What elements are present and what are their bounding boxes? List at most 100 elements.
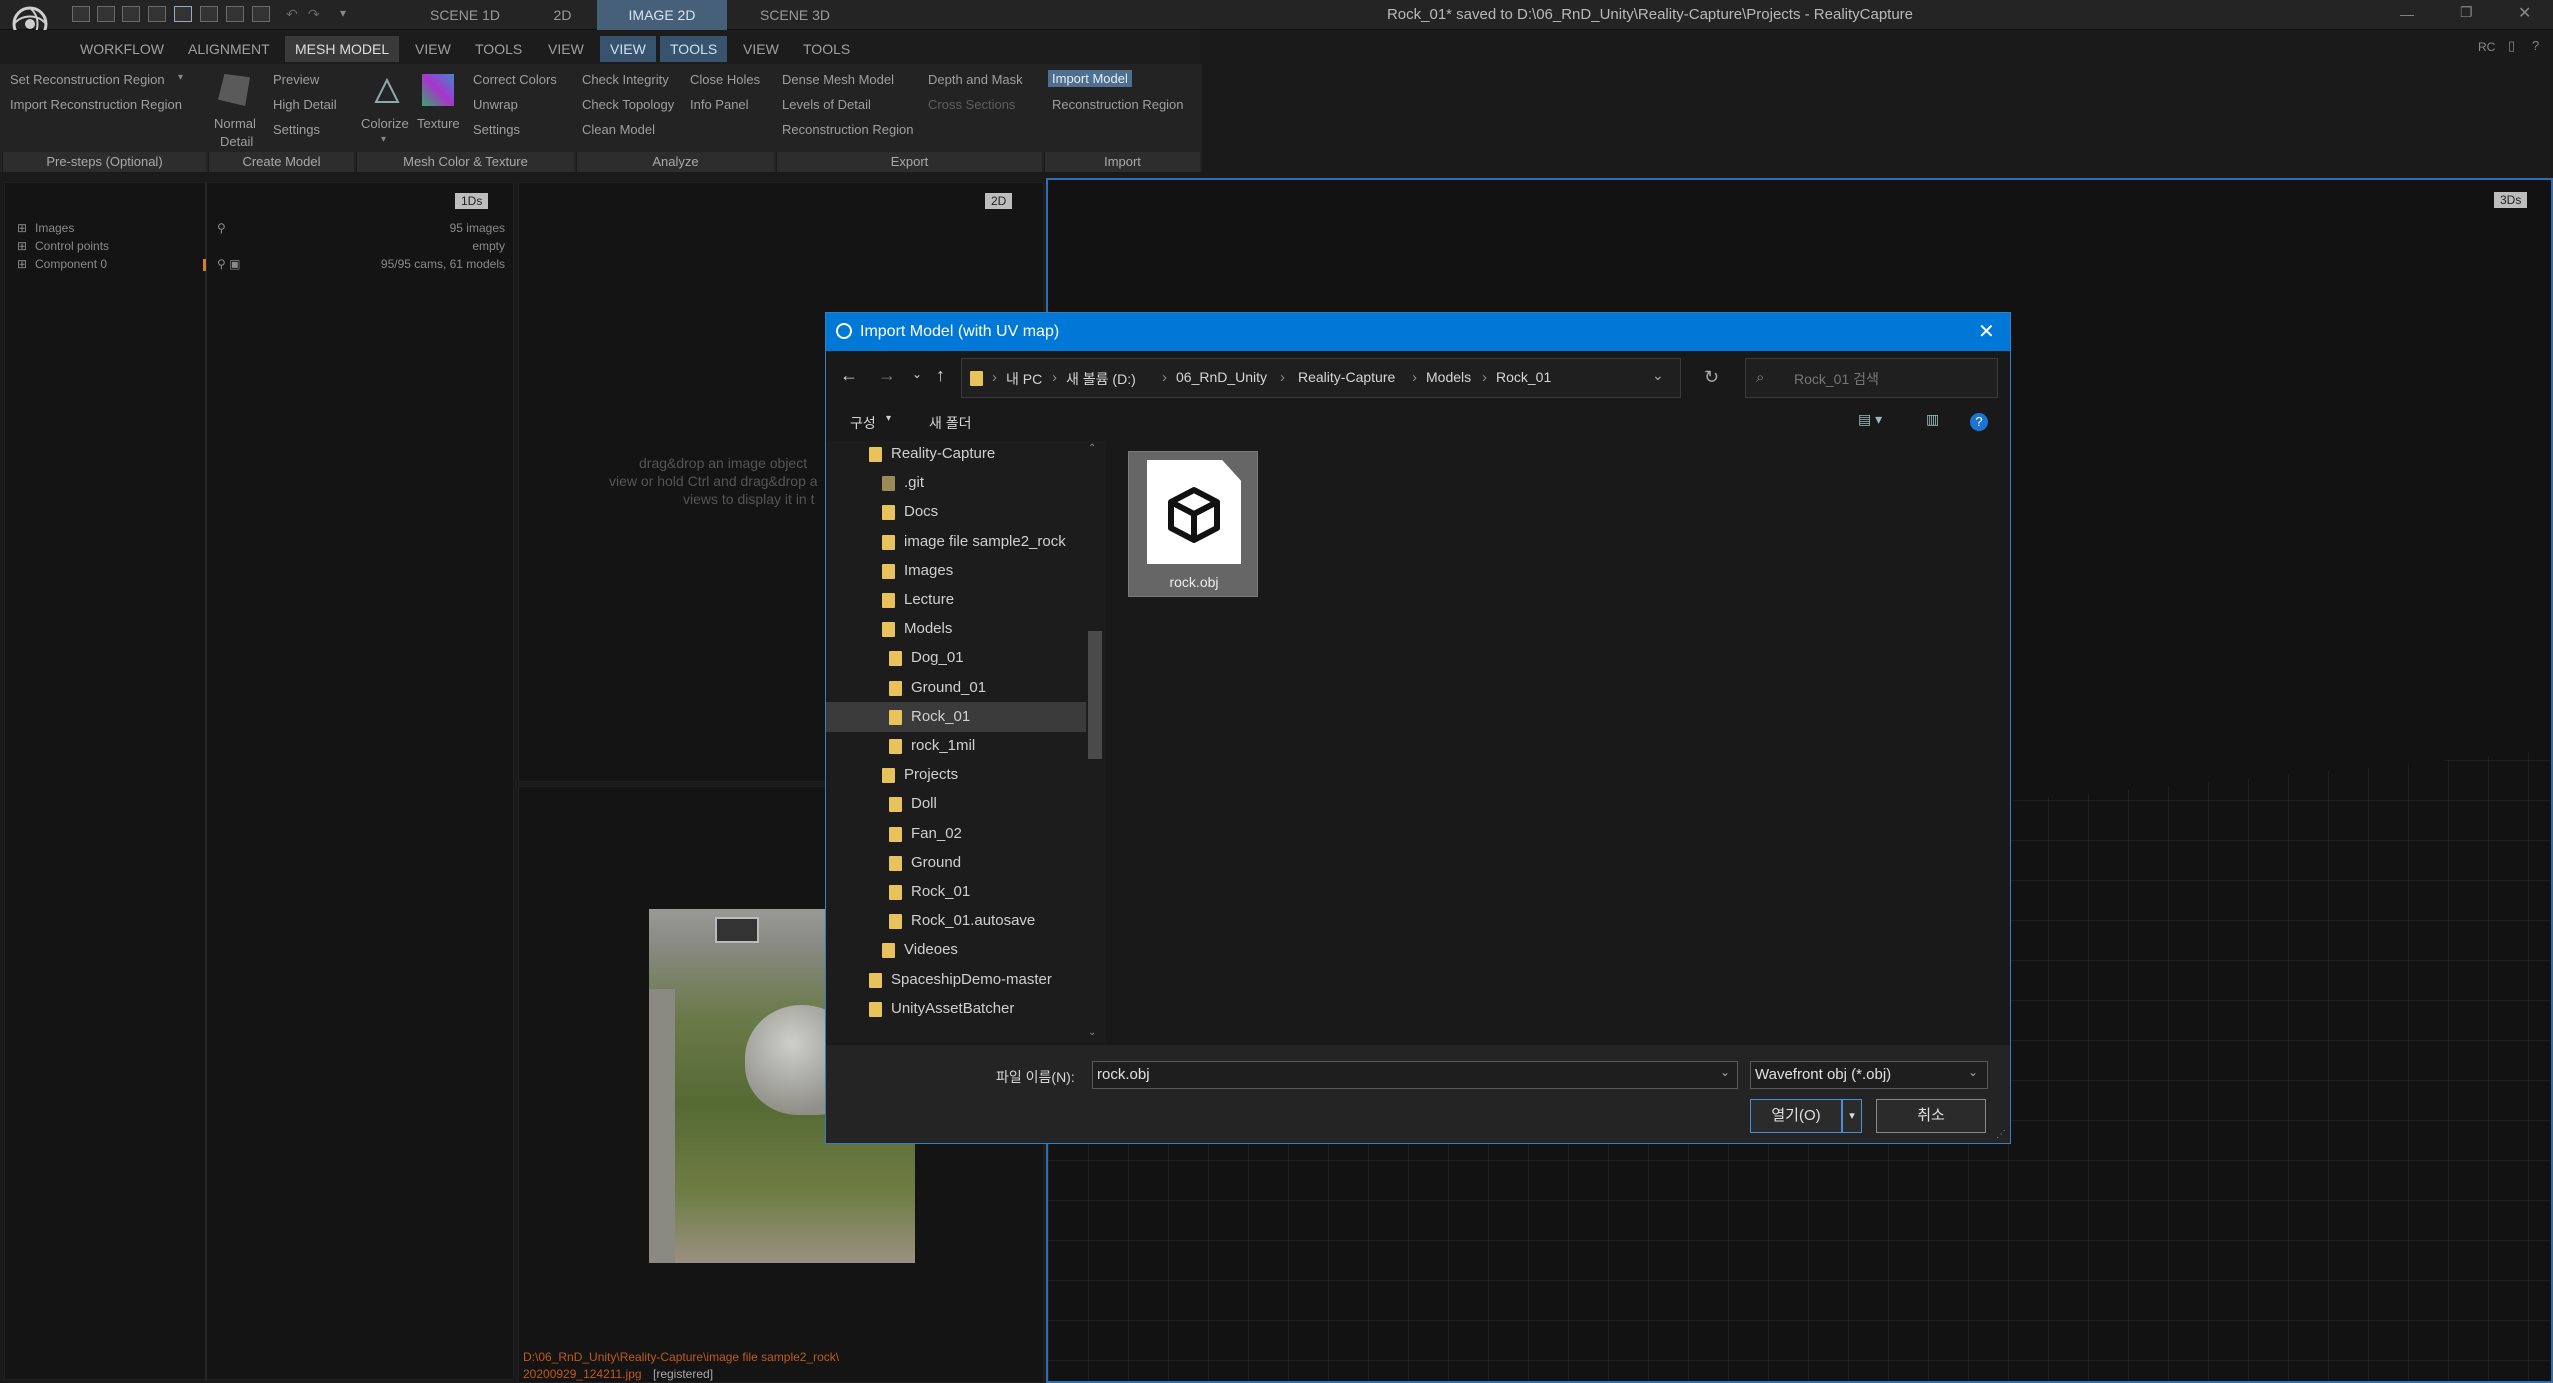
info-panel-button[interactable]: Info Panel	[690, 97, 749, 112]
address-dropdown-icon[interactable]: ⌄	[1652, 367, 1664, 384]
tab-scene-3d[interactable]: SCENE 3D	[730, 0, 860, 30]
nav-tree-item[interactable]: Ground	[826, 848, 1086, 878]
tab-scene-1d[interactable]: SCENE 1D	[400, 0, 530, 30]
minimize-icon[interactable]: —	[2400, 6, 2414, 22]
import-model-button[interactable]: Import Model	[1048, 70, 1132, 87]
texture-button[interactable]: Texture	[417, 116, 460, 131]
nav-tree-item[interactable]: Fan_02	[826, 819, 1086, 849]
preview-pane-icon[interactable]: ▥	[1926, 411, 1939, 428]
nav-scrollbar-thumb[interactable]	[1088, 631, 1102, 759]
file-pane[interactable]: rock.obj	[1106, 441, 2010, 1043]
navigation-pane[interactable]: Reality-Capture .git Docs image file sample…	[826, 441, 1106, 1043]
filetype-select[interactable]: Wavefront obj (*.obj)	[1750, 1061, 1988, 1089]
layout-icon-1[interactable]	[72, 6, 90, 22]
file-item[interactable]: rock.obj	[1128, 451, 1258, 597]
restore-icon[interactable]: ❐	[2460, 4, 2473, 21]
quick-access-dropdown-icon[interactable]: ▾	[340, 6, 358, 22]
nav-tree-item[interactable]: Ground_01	[826, 673, 1086, 703]
breadcrumb-item[interactable]: 06_RnD_Unity	[1176, 369, 1267, 385]
tab-workflow[interactable]: WORKFLOW	[70, 36, 174, 62]
redo-icon[interactable]: ↷	[308, 6, 326, 22]
texture-settings-button[interactable]: Settings	[473, 122, 520, 137]
dialog-close-icon[interactable]: ✕	[1978, 319, 1995, 344]
dropdown-icon[interactable]: ▾	[178, 72, 183, 83]
document-icon[interactable]: ▯	[2508, 38, 2515, 54]
organize-button[interactable]: 구성	[850, 413, 876, 433]
export-cross-sections-button[interactable]: Cross Sections	[928, 97, 1015, 112]
cancel-button[interactable]: 취소	[1876, 1099, 1986, 1133]
panel-divider[interactable]	[205, 183, 207, 1381]
check-integrity-button[interactable]: Check Integrity	[582, 72, 669, 87]
layout-icon-8[interactable]	[252, 6, 270, 22]
filename-dropdown-icon[interactable]: ⌄	[1720, 1065, 1730, 1079]
nav-tree-item[interactable]: SpaceshipDemo-master	[826, 965, 1086, 995]
colorize-icon[interactable]	[372, 76, 402, 106]
breadcrumb-item[interactable]: Models	[1426, 369, 1471, 385]
tab-image-2d[interactable]: IMAGE 2D	[597, 0, 727, 30]
dialog-title-bar[interactable]: Import Model (with UV map) ✕	[826, 313, 2010, 351]
forward-icon[interactable]: →	[878, 365, 896, 386]
help-icon[interactable]: ?	[2532, 38, 2539, 53]
nav-tree-item[interactable]: rock_1mil	[826, 731, 1086, 761]
panel-1ds[interactable]: 1Ds ⊞ Images ⚲ 95 images ⊞ Control point…	[4, 182, 514, 1381]
nav-tree-item[interactable]: Models	[826, 614, 1086, 644]
expand-icon[interactable]: ⊞	[17, 257, 27, 271]
tab-view-4[interactable]: VIEW	[733, 36, 789, 62]
layout-icon-5[interactable]	[174, 6, 192, 22]
import-model-dialog[interactable]: Import Model (with UV map) ✕ ← → ⌄ ↑ › 내…	[825, 312, 2011, 1144]
layout-icon-4[interactable]	[148, 6, 166, 22]
filetype-dropdown-icon[interactable]: ⌄	[1968, 1065, 1978, 1079]
dialog-help-icon[interactable]: ?	[1970, 413, 1988, 431]
layout-icon-3[interactable]	[122, 6, 140, 22]
tab-tools-1[interactable]: TOOLS	[465, 36, 532, 62]
search-box[interactable]: ⌕ Rock_01 검색	[1745, 358, 1998, 398]
texture-icon[interactable]	[422, 74, 454, 106]
open-split-dropdown-icon[interactable]: ▾	[1842, 1099, 1862, 1133]
tab-view-1[interactable]: VIEW	[405, 36, 461, 62]
expand-icon[interactable]: ⊞	[17, 221, 27, 235]
refresh-icon[interactable]: ↻	[1704, 367, 1719, 388]
clean-model-button[interactable]: Clean Model	[582, 122, 655, 137]
tree-item-component[interactable]: Component 0	[35, 257, 107, 271]
layout-icon-6[interactable]	[200, 6, 218, 22]
tab-mesh-model[interactable]: MESH MODEL	[285, 36, 400, 62]
preview-button[interactable]: Preview	[273, 72, 319, 87]
tree-item-images[interactable]: Images	[35, 221, 74, 235]
export-region-button[interactable]: Reconstruction Region	[782, 122, 914, 137]
create-settings-button[interactable]: Settings	[273, 122, 320, 137]
nav-tree-item[interactable]: image file sample2_rock	[826, 527, 1086, 557]
colorize-button[interactable]: Colorize	[361, 116, 409, 131]
correct-colors-button[interactable]: Correct Colors	[473, 72, 557, 87]
tab-view-2[interactable]: VIEW	[538, 36, 594, 62]
export-dense-mesh-button[interactable]: Dense Mesh Model	[782, 72, 894, 87]
nav-tree-item[interactable]: Projects	[826, 760, 1086, 790]
high-detail-button[interactable]: High Detail	[273, 97, 337, 112]
resize-grip-icon[interactable]: ⋰	[1996, 1129, 2006, 1140]
tab-2d[interactable]: 2D	[530, 0, 595, 30]
up-icon[interactable]: ↑	[936, 365, 945, 386]
nav-tree-item[interactable]: Docs	[826, 497, 1086, 527]
unwrap-button[interactable]: Unwrap	[473, 97, 518, 112]
tab-view-3[interactable]: VIEW	[600, 36, 656, 62]
view-mode-icon[interactable]: ▤ ▾	[1858, 411, 1882, 428]
nav-tree-item[interactable]: Rock_01.autosave	[826, 906, 1086, 936]
nav-tree-item[interactable]: Reality-Capture	[826, 441, 1086, 469]
nav-tree-item[interactable]: Lecture	[826, 585, 1086, 615]
check-topology-button[interactable]: Check Topology	[582, 97, 674, 112]
address-bar[interactable]: › 내 PC › 새 볼륨 (D:) › 06_RnD_Unity › Real…	[961, 358, 1681, 398]
layout-icon-7[interactable]	[226, 6, 244, 22]
nav-tree-item[interactable]: Dog_01	[826, 643, 1086, 673]
colorize-dropdown-icon[interactable]: ▾	[381, 134, 386, 145]
nav-tree-item[interactable]: Rock_01	[826, 877, 1086, 907]
recent-dropdown-icon[interactable]: ⌄	[912, 367, 922, 381]
breadcrumb-item[interactable]: Rock_01	[1496, 369, 1551, 385]
breadcrumb-item[interactable]: 내 PC	[1006, 369, 1042, 389]
nav-scroll-up-icon[interactable]: ⌃	[1088, 443, 1096, 454]
tree-item-control-points[interactable]: Control points	[35, 239, 109, 253]
close-window-icon[interactable]: ✕	[2518, 3, 2531, 23]
tab-tools-3[interactable]: TOOLS	[793, 36, 860, 62]
nav-tree-item[interactable]: Doll	[826, 789, 1086, 819]
nav-tree-item[interactable]: Images	[826, 556, 1086, 586]
undo-icon[interactable]: ↶	[286, 6, 304, 22]
tab-tools-2[interactable]: TOOLS	[660, 36, 728, 62]
